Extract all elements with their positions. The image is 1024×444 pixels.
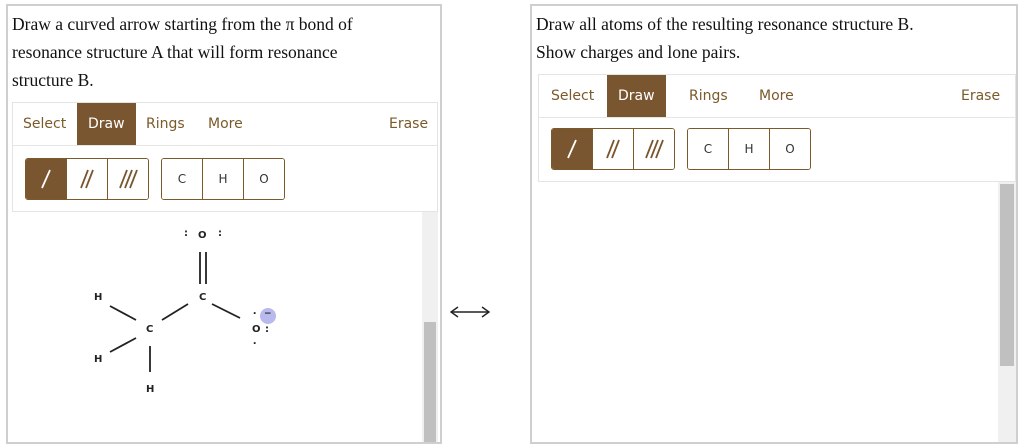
triple-bond-button[interactable]	[108, 159, 148, 199]
question-panel-a: Draw a curved arrow starting from the π …	[6, 4, 442, 444]
single-bond-icon	[567, 139, 577, 159]
double-bond-icon	[80, 169, 94, 189]
bond-tool-group-b	[551, 128, 675, 170]
lone-pair-top-right: :	[218, 228, 222, 239]
molecule-editor-b: Select Draw Rings More Erase C H O	[538, 74, 1016, 182]
carbon-atom-button[interactable]: C	[162, 159, 203, 199]
draw-tab-b[interactable]: Draw	[607, 75, 666, 117]
single-bond-button[interactable]	[26, 159, 67, 199]
oxygen-atom-button[interactable]: O	[244, 159, 284, 199]
triple-bond-button-b[interactable]	[634, 129, 674, 169]
double-bond-button[interactable]	[67, 159, 108, 199]
triple-bond-icon	[645, 139, 664, 159]
carbon-atom-button-b[interactable]: C	[688, 129, 729, 169]
oxygen-atom-button-b[interactable]: O	[770, 129, 810, 169]
erase-button-b[interactable]: Erase	[961, 75, 1000, 117]
more-tab[interactable]: More	[208, 103, 243, 145]
question-panel-b: Draw all atoms of the resulting resonanc…	[530, 4, 1018, 444]
lone-pair-top-left: :	[184, 228, 188, 239]
prompt-text-a: Draw a curved arrow starting from the π …	[12, 14, 353, 90]
editor-toolbar-a: Select Draw Rings More Erase	[13, 103, 437, 146]
lone-pair-o-top: ․	[253, 306, 257, 317]
triple-bond-icon	[119, 169, 138, 189]
prompt-text-b: Draw all atoms of the resulting resonanc…	[536, 14, 914, 62]
draw-tab[interactable]: Draw	[77, 103, 136, 145]
double-bond-button-b[interactable]	[593, 129, 634, 169]
hydrogen-atom-button[interactable]: H	[203, 159, 244, 199]
erase-button[interactable]: Erase	[389, 103, 428, 145]
editor-tools-a: C H O	[13, 146, 437, 210]
atom-h2[interactable]: H	[94, 354, 102, 365]
editor-toolbar-b: Select Draw Rings More Erase	[539, 75, 1015, 118]
rings-tab[interactable]: Rings	[146, 103, 185, 145]
canvas-scrollbar-a[interactable]	[422, 212, 438, 442]
lone-pair-o-bottom: ․	[253, 336, 257, 347]
atom-tool-group: C H O	[161, 158, 285, 200]
atom-c-carbonyl[interactable]: C	[199, 292, 206, 303]
resonance-arrow	[448, 300, 492, 324]
more-tab-b[interactable]: More	[759, 75, 794, 117]
double-headed-arrow-icon	[449, 306, 491, 318]
canvas-scrollbar-b[interactable]	[998, 182, 1016, 442]
select-tab-b[interactable]: Select	[551, 75, 594, 117]
drawing-canvas-b[interactable]	[538, 182, 998, 442]
drawing-canvas-a[interactable]: O : : C C O : ․ ․ − H H H	[12, 212, 422, 442]
single-bond-icon	[41, 169, 51, 189]
atom-o-top[interactable]: O	[198, 230, 207, 241]
atom-o-right[interactable]: O	[252, 324, 261, 335]
lone-pair-right: :	[265, 324, 269, 335]
atom-tool-group-b: C H O	[687, 128, 811, 170]
atom-c-center[interactable]: C	[146, 324, 153, 335]
atom-h1[interactable]: H	[94, 292, 102, 303]
scrollbar-thumb-b[interactable]	[1000, 184, 1014, 366]
bond-lines	[109, 252, 276, 372]
single-bond-button-b[interactable]	[552, 129, 593, 169]
editor-tools-b: C H O	[539, 118, 1015, 182]
select-tab[interactable]: Select	[23, 103, 66, 145]
negative-charge-badge[interactable]: −	[264, 309, 272, 319]
bond-tool-group	[25, 158, 149, 200]
hydrogen-atom-button-b[interactable]: H	[729, 129, 770, 169]
atom-h3[interactable]: H	[146, 384, 154, 395]
rings-tab-b[interactable]: Rings	[689, 75, 728, 117]
scrollbar-thumb-a[interactable]	[424, 322, 436, 442]
molecule-editor-a: Select Draw Rings More Erase C H O	[12, 102, 438, 212]
double-bond-icon	[606, 139, 620, 159]
